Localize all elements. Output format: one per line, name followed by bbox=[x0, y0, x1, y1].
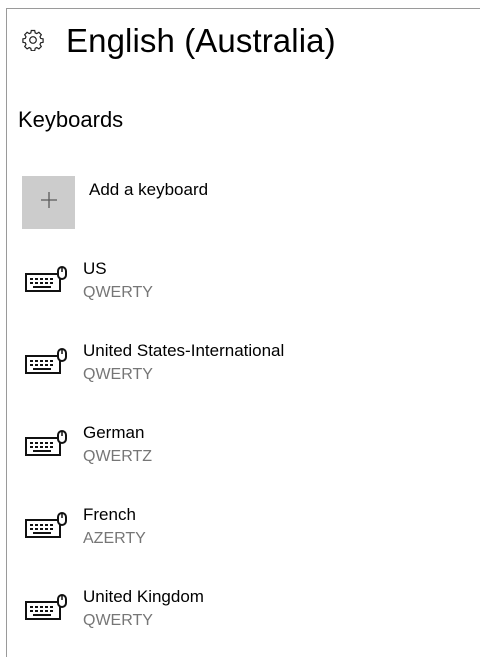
keyboard-icon bbox=[24, 512, 70, 540]
keyboard-name: US bbox=[83, 259, 107, 278]
keyboard-layout: QWERTY bbox=[83, 284, 153, 301]
keyboard-icon bbox=[24, 430, 70, 458]
keyboard-item[interactable]: French AZERTY bbox=[24, 504, 464, 586]
keyboard-list: US QWERTY United States-International QW… bbox=[24, 258, 464, 668]
keyboard-name: United Kingdom bbox=[83, 587, 204, 606]
add-keyboard-button[interactable] bbox=[22, 176, 75, 229]
keyboard-icon bbox=[24, 348, 70, 376]
add-keyboard-row[interactable]: Add a keyboard bbox=[22, 176, 208, 229]
page-header: English (Australia) bbox=[22, 18, 336, 62]
add-keyboard-label[interactable]: Add a keyboard bbox=[89, 179, 208, 201]
gear-icon bbox=[22, 29, 44, 51]
keyboard-layout: AZERTY bbox=[83, 530, 146, 547]
keyboard-name: German bbox=[83, 423, 145, 442]
keyboard-item[interactable]: US QWERTY bbox=[24, 258, 464, 340]
plus-icon bbox=[39, 190, 59, 215]
keyboard-layout: QWERTY bbox=[83, 612, 153, 629]
keyboard-item[interactable]: United States-International QWERTY bbox=[24, 340, 464, 422]
keyboard-name: French bbox=[83, 505, 136, 524]
keyboard-item[interactable]: United Kingdom QWERTY bbox=[24, 586, 464, 668]
section-heading-keyboards: Keyboards bbox=[18, 107, 124, 132]
keyboard-layout: QWERTZ bbox=[83, 448, 153, 465]
keyboard-icon bbox=[24, 594, 70, 622]
keyboard-name: United States-International bbox=[83, 341, 285, 360]
keyboard-icon bbox=[24, 266, 70, 294]
keyboard-item[interactable]: German QWERTZ bbox=[24, 422, 464, 504]
keyboard-layout: QWERTY bbox=[83, 366, 153, 383]
page-title: English (Australia) bbox=[66, 21, 336, 59]
